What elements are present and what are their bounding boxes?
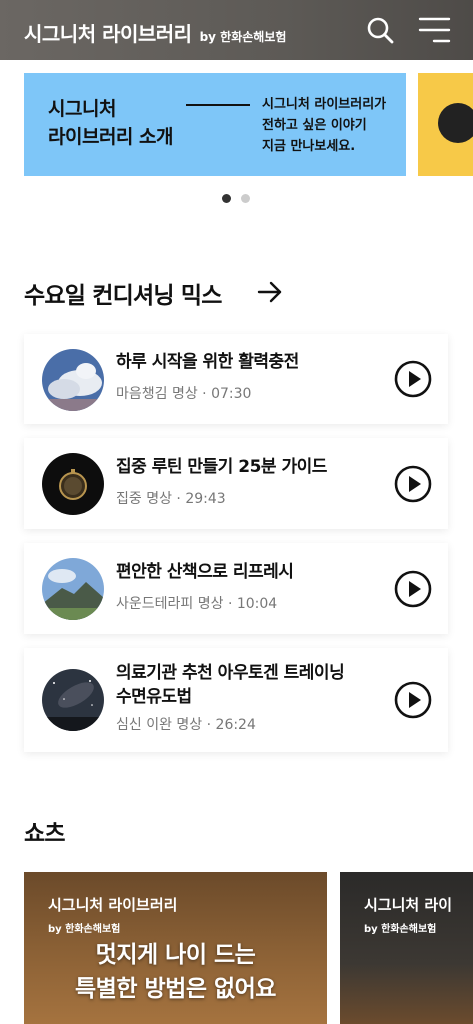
play-icon[interactable] <box>394 465 432 503</box>
search-icon[interactable] <box>364 14 396 46</box>
mix-section-title[interactable]: 수요일 컨디셔닝 믹스 <box>24 276 222 310</box>
banner-next-graphic <box>438 103 473 143</box>
app-header: 시그니처 라이브러리 by 한화손해보험 <box>0 0 473 60</box>
shorts-headline: 멋지게 나이 드는 특별한 방법은 없어요 <box>24 938 327 1006</box>
shorts-card[interactable]: 시그니처 라이브러리 by 한화손해보험 멋지게 나이 드는 특별한 방법은 없… <box>24 872 327 1024</box>
shorts-brand: 시그니처 라이 <box>364 896 453 914</box>
list-item[interactable]: 편안한 산책으로 리프레시 사운드테라피 명상 · 10:04 <box>24 543 448 634</box>
shorts-card[interactable]: 시그니처 라이 by 한화손해보험 <box>340 872 473 1024</box>
play-icon[interactable] <box>394 570 432 608</box>
item-meta: 집중 명상 · 29:43 <box>116 491 226 507</box>
carousel-pagination <box>222 194 250 203</box>
thumbnail-pocket-watch <box>42 453 104 515</box>
banner-desc-line2: 전하고 싶은 이야기 <box>262 118 367 133</box>
item-title: 의료기관 추천 아우토겐 트레이닝 수면유도법 <box>116 661 345 709</box>
banner-title-line2: 라이브러리 소개 <box>48 126 173 148</box>
banner-title-line1: 시그니처 <box>48 98 116 120</box>
carousel-dot-1[interactable] <box>222 194 231 203</box>
list-item[interactable]: 집중 루틴 만들기 25분 가이드 집중 명상 · 29:43 <box>24 438 448 529</box>
shorts-headline-line2: 특별한 방법은 없어요 <box>75 976 276 1002</box>
hamburger-menu-icon[interactable] <box>416 14 452 46</box>
shorts-headline-line1: 멋지게 나이 드는 <box>95 942 256 968</box>
thumbnail-sky-clouds <box>42 349 104 411</box>
brand-title: 시그니처 라이브러리 <box>24 22 192 46</box>
shorts-section-title[interactable]: 쇼츠 <box>24 814 66 848</box>
thumbnail-starry-night <box>42 669 104 731</box>
banner-signature-intro[interactable]: 시그니처 라이브러리 소개 시그니처 라이브러리가 전하고 싶은 이야기 지금 … <box>24 73 406 176</box>
item-title: 집중 루틴 만들기 25분 가이드 <box>116 457 327 477</box>
item-title-line2: 수면유도법 <box>116 687 192 707</box>
carousel-dot-2[interactable] <box>241 194 250 203</box>
banner-next-peek[interactable] <box>418 73 473 176</box>
item-title: 하루 시작을 위한 활력충전 <box>116 352 299 372</box>
play-icon[interactable] <box>394 681 432 719</box>
arrow-right-icon[interactable] <box>256 278 284 306</box>
banner-description: 시그니처 라이브러리가 전하고 싶은 이야기 지금 만나보세요. <box>262 94 386 157</box>
banner-desc-line3: 지금 만나보세요. <box>262 139 356 154</box>
shorts-brand: 시그니처 라이브러리 <box>48 896 178 914</box>
list-item[interactable]: 하루 시작을 위한 활력충전 마음챙김 명상 · 07:30 <box>24 334 448 424</box>
item-meta: 심신 이완 명상 · 26:24 <box>116 717 256 733</box>
shorts-by: by 한화손해보험 <box>48 924 121 935</box>
thumbnail-mountain <box>42 558 104 620</box>
brand-subtitle: by 한화손해보험 <box>199 30 287 44</box>
item-title: 편안한 산책으로 리프레시 <box>116 562 294 582</box>
brand-logo[interactable]: 시그니처 라이브러리 by 한화손해보험 <box>24 18 286 47</box>
list-item[interactable]: 의료기관 추천 아우토겐 트레이닝 수면유도법 심신 이완 명상 · 26:24 <box>24 648 448 752</box>
banner-title: 시그니처 라이브러리 소개 <box>48 95 173 151</box>
item-title-line1: 의료기관 추천 아우토겐 트레이닝 <box>116 663 345 683</box>
shorts-by: by 한화손해보험 <box>364 924 437 935</box>
banner-divider <box>186 104 250 106</box>
item-meta: 사운드테라피 명상 · 10:04 <box>116 596 278 612</box>
banner-desc-line1: 시그니처 라이브러리가 <box>262 97 387 112</box>
play-icon[interactable] <box>394 360 432 398</box>
item-meta: 마음챙김 명상 · 07:30 <box>116 386 252 402</box>
